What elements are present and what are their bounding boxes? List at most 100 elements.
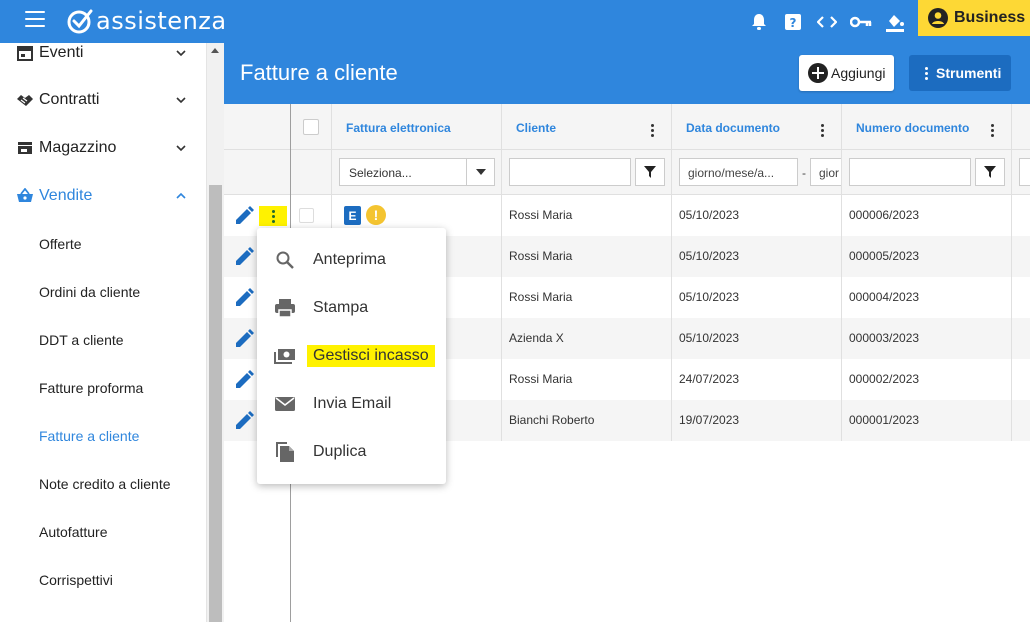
menu-item-stampa[interactable]: Stampa <box>257 284 446 332</box>
scroll-up-icon[interactable] <box>211 48 219 53</box>
column-menu-icon[interactable] <box>991 124 994 137</box>
edit-pencil-icon[interactable] <box>234 288 254 313</box>
bell-icon[interactable] <box>742 5 776 39</box>
calendar-icon <box>16 44 34 62</box>
edit-pencil-icon[interactable] <box>234 247 254 272</box>
sidebar-scrollbar[interactable] <box>206 43 224 622</box>
add-button[interactable]: Aggiungi <box>799 55 894 91</box>
sidebar-subitem-proforma[interactable]: Fatture proforma <box>39 364 143 412</box>
add-circle-icon <box>808 63 828 83</box>
menu-item-label: Anteprima <box>313 251 386 268</box>
scrollbar-thumb[interactable] <box>209 185 222 622</box>
edit-pencil-icon[interactable] <box>234 370 254 395</box>
cell-cliente: Rossi Maria <box>509 372 573 386</box>
filter-icon <box>644 166 656 178</box>
logo-text: assistenza <box>96 7 227 35</box>
column-header-numero[interactable]: Numero documento <box>856 121 969 135</box>
chevron-down-icon <box>176 97 186 104</box>
menu-item-anteprima[interactable]: Anteprima <box>257 236 446 284</box>
date-range-separator: - <box>802 166 806 180</box>
cell-numero: 000006/2023 <box>849 208 920 222</box>
cell-cliente: Rossi Maria <box>509 208 573 222</box>
handshake-icon <box>16 91 34 109</box>
business-account-button[interactable]: Business <box>918 0 1030 36</box>
menu-item-label: Gestisci incasso <box>307 345 435 367</box>
sidebar-subitem-autofatture[interactable]: Autofatture <box>39 508 108 556</box>
column-menu-icon[interactable] <box>651 124 654 137</box>
page-header: Fatture a cliente Aggiungi Strumenti <box>224 43 1030 104</box>
sidebar-item-contratti[interactable]: Contratti <box>0 76 206 124</box>
menu-item-invia-email[interactable]: Invia Email <box>257 380 446 428</box>
sidebar-subitem-offerte[interactable]: Offerte <box>39 220 82 268</box>
sidebar-subitem-fatture-cliente[interactable]: Fatture a cliente <box>39 412 139 460</box>
row-checkbox[interactable] <box>299 208 314 223</box>
sidebar-item-vendite[interactable]: Vendite <box>0 172 206 220</box>
paint-bucket-icon[interactable] <box>878 5 912 39</box>
warning-icon: ! <box>366 205 386 225</box>
chevron-down-icon <box>176 50 186 57</box>
cell-data: 05/10/2023 <box>679 331 740 345</box>
dropdown-caret-icon[interactable] <box>466 159 494 185</box>
sidebar-item-magazzino[interactable]: Magazzino <box>0 124 206 172</box>
cliente-filter-button[interactable] <box>635 158 665 186</box>
grid-header-row: Fattura elettronica Cliente Data documen… <box>224 104 1030 150</box>
account-circle-icon <box>928 8 948 28</box>
sidebar-item-eventi[interactable]: Eventi <box>0 43 206 77</box>
duplicate-icon <box>273 440 297 464</box>
menu-icon[interactable] <box>25 11 45 27</box>
menu-item-label: Stampa <box>313 299 369 316</box>
cell-cliente: Rossi Maria <box>509 290 573 304</box>
einvoice-filter-select[interactable]: Seleziona... <box>339 158 495 186</box>
sidebar-item-label: Vendite <box>39 187 93 204</box>
sidebar-item-label: Magazzino <box>39 139 117 156</box>
sidebar-subitem-note-credito[interactable]: Note credito a cliente <box>39 460 171 508</box>
cell-numero: 000003/2023 <box>849 331 920 345</box>
column-header-data[interactable]: Data documento <box>686 121 780 135</box>
select-all-checkbox[interactable] <box>303 119 319 135</box>
edit-pencil-icon[interactable] <box>234 206 254 231</box>
cell-cliente: Rossi Maria <box>509 249 573 263</box>
menu-item-gestisci-incasso[interactable]: Gestisci incasso <box>257 332 446 380</box>
numero-filter-input[interactable] <box>849 158 971 186</box>
date-from-input[interactable]: giorno/mese/a... <box>679 158 798 186</box>
email-icon <box>273 392 297 416</box>
column-menu-icon[interactable] <box>821 124 824 137</box>
column-header-einvoice[interactable]: Fattura elettronica <box>346 121 451 135</box>
app-logo[interactable]: assistenza <box>66 5 227 37</box>
cell-numero: 000002/2023 <box>849 372 920 386</box>
print-icon <box>273 296 297 320</box>
add-button-label: Aggiungi <box>831 65 886 81</box>
logo-check-icon <box>67 9 93 34</box>
cell-numero: 000004/2023 <box>849 290 920 304</box>
menu-item-label: Duplica <box>313 443 367 460</box>
edit-pencil-icon[interactable] <box>234 329 254 354</box>
column-separator <box>1011 104 1012 441</box>
help-icon[interactable]: ? <box>776 5 810 39</box>
cell-data: 19/07/2023 <box>679 413 740 427</box>
menu-item-duplica[interactable]: Duplica <box>257 428 446 476</box>
tools-button[interactable]: Strumenti <box>909 55 1011 91</box>
row-actions-menu-icon[interactable] <box>259 206 287 226</box>
chevron-down-icon <box>176 145 186 152</box>
cell-data: 24/07/2023 <box>679 372 740 386</box>
cliente-filter-input[interactable] <box>509 158 631 186</box>
next-column-filter-input[interactable] <box>1019 158 1030 186</box>
edit-pencil-icon[interactable] <box>234 411 254 436</box>
date-to-input[interactable]: gior <box>810 158 842 186</box>
warehouse-icon <box>16 139 34 157</box>
numero-filter-button[interactable] <box>975 158 1005 186</box>
sidebar-subitem-ddt[interactable]: DDT a cliente <box>39 316 124 364</box>
sidebar-subitem-ordini[interactable]: Ordini da cliente <box>39 268 140 316</box>
sidebar-subitem-corrispettivi[interactable]: Corrispettivi <box>39 556 113 604</box>
shopping-basket-icon <box>16 187 34 205</box>
cell-data: 05/10/2023 <box>679 249 740 263</box>
sidebar-item-label: Eventi <box>39 44 84 61</box>
select-value: Seleziona... <box>349 166 412 180</box>
code-icon[interactable] <box>810 5 844 39</box>
cell-numero: 000001/2023 <box>849 413 920 427</box>
column-header-cliente[interactable]: Cliente <box>516 121 556 135</box>
key-icon[interactable] <box>844 5 878 39</box>
column-separator <box>501 104 502 441</box>
cell-cliente: Bianchi Roberto <box>509 413 595 427</box>
page-title: Fatture a cliente <box>240 60 398 85</box>
